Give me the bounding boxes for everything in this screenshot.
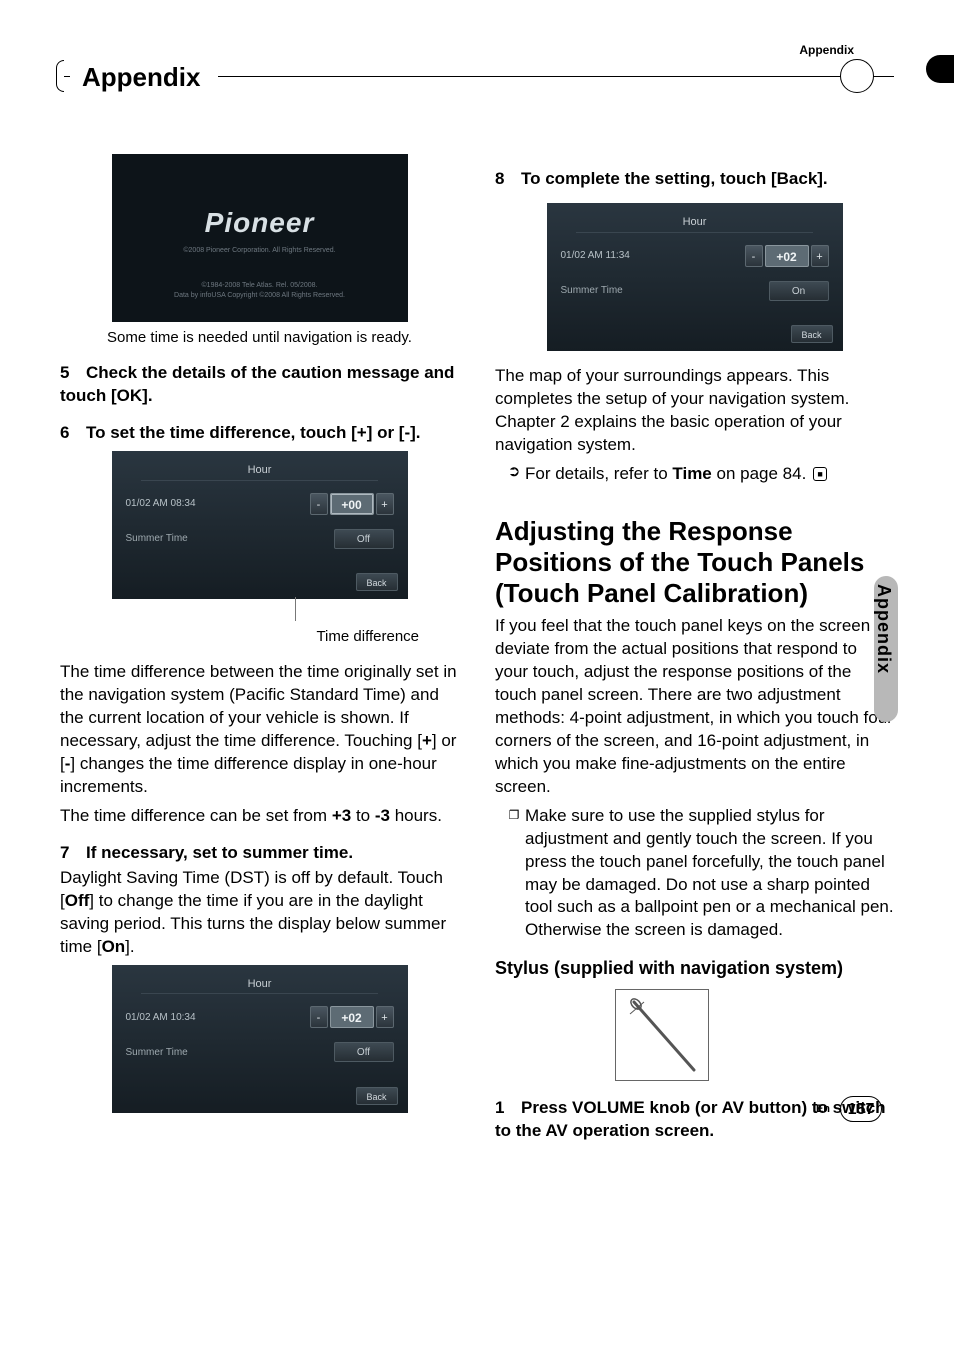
right-column: 8To complete the setting, touch [Back]. … xyxy=(495,154,894,1144)
page-footer: En 157 xyxy=(816,1096,882,1122)
time-diff-callout: Time difference xyxy=(60,627,419,647)
page-header-title: Appendix xyxy=(70,60,218,95)
thumb-tab xyxy=(926,55,954,83)
step-5-header: 5Check the details of the caution messag… xyxy=(60,362,459,408)
ss2-value: +02 xyxy=(330,1006,374,1028)
paragraph-dst: Daylight Saving Time (DST) is off by def… xyxy=(60,867,459,959)
ss2-summer-label: Summer Time xyxy=(126,1046,334,1060)
ss1-minus-button[interactable]: - xyxy=(310,493,328,515)
splash-copyright-2b: Data by infoUSA Copyright ©2008 All Righ… xyxy=(112,291,408,300)
note-square-icon: ❐ xyxy=(503,805,525,943)
step-7-text: If necessary, set to summer time. xyxy=(86,843,353,862)
step-6-header: 6To set the time difference, touch [+] o… xyxy=(60,422,459,445)
splash-copyright-1: ©2008 Pioneer Corporation. All Rights Re… xyxy=(112,246,408,255)
screenshot-hour-3: Hour 01/02 AM 11:34 - +02 + Summer Time … xyxy=(547,203,843,351)
paragraph-map-appears: The map of your surroundings appears. Th… xyxy=(495,365,894,457)
ss2-back-button[interactable]: Back xyxy=(356,1087,398,1105)
step-8-text: To complete the setting, touch [Back]. xyxy=(521,169,828,188)
ss3-plus-button[interactable]: + xyxy=(811,245,829,267)
ss3-value: +02 xyxy=(765,245,809,267)
ref-text-a: For details, refer to xyxy=(525,464,672,483)
ss2-minus-button[interactable]: - xyxy=(310,1006,328,1028)
ss2-title: Hour xyxy=(112,965,408,995)
section-end-icon: ■ xyxy=(813,467,827,481)
ref-time-bullet: ➲ For details, refer to Time on page 84.… xyxy=(503,463,894,486)
ref-text-b: Time xyxy=(672,464,711,483)
ss3-minus-button[interactable]: - xyxy=(745,245,763,267)
stylus-warning-text: Make sure to use the supplied stylus for… xyxy=(525,805,894,943)
ss1-plus-button[interactable]: + xyxy=(376,493,394,515)
ss1-datetime: 01/02 AM 08:34 xyxy=(126,497,310,511)
screenshot-hour-2: Hour 01/02 AM 10:34 - +02 + Summer Time … xyxy=(112,965,408,1113)
ss3-back-button[interactable]: Back xyxy=(791,325,833,343)
ss3-datetime: 01/02 AM 11:34 xyxy=(561,249,745,263)
page-number: 157 xyxy=(840,1096,882,1122)
top-section-label: Appendix xyxy=(799,42,854,58)
stylus-warning-bullet: ❐ Make sure to use the supplied stylus f… xyxy=(503,805,894,943)
reference-arrow-icon: ➲ xyxy=(503,463,525,486)
stylus-subhead: Stylus (supplied with navigation system) xyxy=(495,956,894,980)
step-7-header: 7If necessary, set to summer time. xyxy=(60,842,459,865)
section-title-calibration: Adjusting the Response Positions of the … xyxy=(495,516,894,610)
footer-lang: En xyxy=(816,1102,830,1117)
step-5-text: Check the details of the caution message… xyxy=(60,363,454,405)
step-6-text: To set the time difference, touch [+] or… xyxy=(86,423,421,442)
paragraph-time-diff: The time difference between the time ori… xyxy=(60,661,459,799)
ss2-summer-toggle[interactable]: Off xyxy=(334,1042,394,1062)
ss3-summer-toggle[interactable]: On xyxy=(769,281,829,301)
screenshot-splash: Pioneer ©2008 Pioneer Corporation. All R… xyxy=(112,154,408,322)
pioneer-logo: Pioneer xyxy=(112,154,408,242)
ss1-value: +00 xyxy=(330,493,374,515)
ss1-back-button[interactable]: Back xyxy=(356,573,398,591)
left-column: Pioneer ©2008 Pioneer Corporation. All R… xyxy=(60,154,459,1144)
ss3-title: Hour xyxy=(547,203,843,233)
screenshot-hour-1: Hour 01/02 AM 08:34 - +00 + Summer Time … xyxy=(112,451,408,599)
paragraph-time-range: The time difference can be set from +3 t… xyxy=(60,805,459,828)
ss1-summer-label: Summer Time xyxy=(126,532,334,546)
ss1-title: Hour xyxy=(112,451,408,481)
stylus-illustration xyxy=(615,989,709,1081)
header-band: Appendix xyxy=(60,60,894,94)
ss2-datetime: 01/02 AM 10:34 xyxy=(126,1011,310,1025)
paragraph-calibration-intro: If you feel that the touch panel keys on… xyxy=(495,615,894,799)
side-thumb-label: Appendix xyxy=(872,584,896,674)
splash-caption: Some time is needed until navigation is … xyxy=(60,328,459,348)
ss2-plus-button[interactable]: + xyxy=(376,1006,394,1028)
ref-text-c: on page 84. xyxy=(712,464,807,483)
ss1-summer-toggle[interactable]: Off xyxy=(334,529,394,549)
ss3-summer-label: Summer Time xyxy=(561,284,769,298)
step-8-header: 8To complete the setting, touch [Back]. xyxy=(495,168,894,191)
splash-copyright-2a: ©1984-2008 Tele Atlas. Rel. 05/2008. xyxy=(112,281,408,290)
